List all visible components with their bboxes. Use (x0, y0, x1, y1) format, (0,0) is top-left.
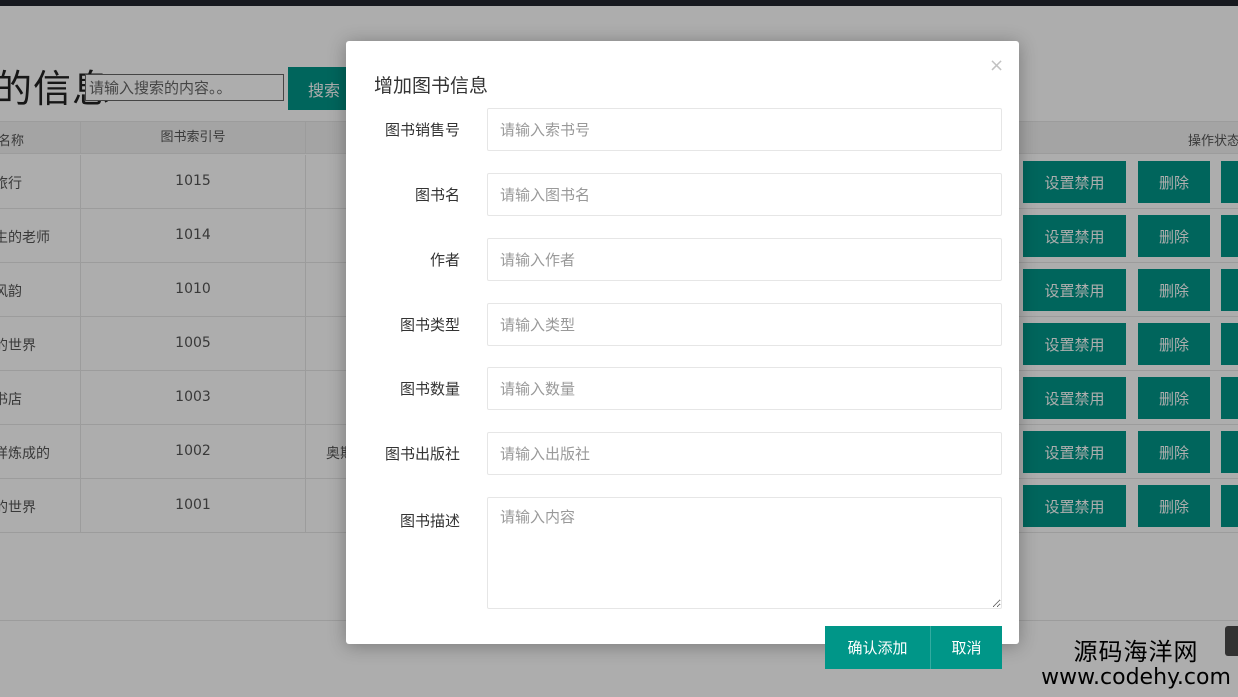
cancel-button[interactable]: 取消 (930, 626, 1002, 669)
add-book-dialog: 增加图书信息 × 图书销售号 图书名 作者 图书类型 图书数量 图书出版社 图书… (346, 41, 1019, 644)
watermark-cn: 源码海洋网 (1073, 638, 1199, 666)
quantity-input[interactable] (487, 367, 1002, 410)
book-type-input[interactable] (487, 303, 1002, 346)
book-name-input[interactable] (487, 173, 1002, 216)
author-input[interactable] (487, 238, 1002, 281)
sale-number-input[interactable] (487, 108, 1002, 151)
close-icon[interactable]: × (989, 55, 1004, 76)
field-label: 图书名 (414, 186, 460, 204)
field-label: 图书类型 (399, 316, 460, 334)
field-label: 图书数量 (399, 380, 460, 398)
field-label: 图书出版社 (384, 445, 460, 463)
watermark-en: www.codehy.com (1041, 665, 1231, 690)
field-label: 作者 (429, 251, 460, 269)
site-watermark: 源码海洋网 www.codehy.com (1034, 640, 1238, 689)
confirm-add-button[interactable]: 确认添加 (825, 626, 930, 669)
description-textarea[interactable] (487, 497, 1002, 609)
dialog-title: 增加图书信息 (374, 75, 489, 97)
field-label: 图书描述 (399, 512, 460, 530)
field-label: 图书销售号 (384, 121, 460, 139)
publisher-input[interactable] (487, 432, 1002, 475)
